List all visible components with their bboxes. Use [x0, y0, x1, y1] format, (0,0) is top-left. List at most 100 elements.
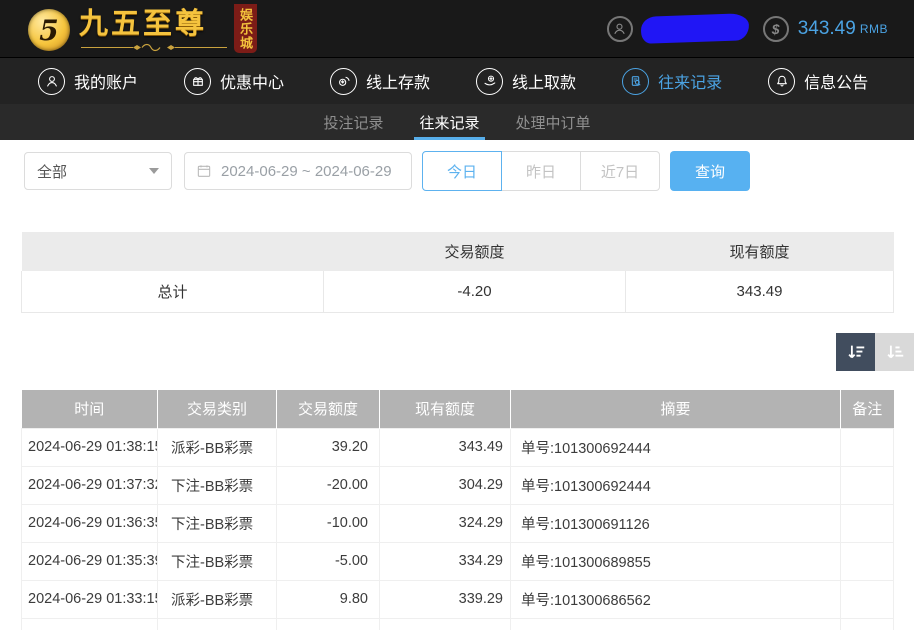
cell-remark — [840, 579, 894, 619]
table-row: 2024-06-29 01:35:39 下注-BB彩票 -5.00 334.29… — [21, 541, 894, 581]
cell-type: 下注-BB彩票 — [157, 503, 277, 543]
cell-balance: 324.29 — [379, 503, 511, 543]
transactions-body: 2024-06-29 01:38:15 派彩-BB彩票 39.20 343.49… — [21, 427, 894, 630]
cell-type — [157, 617, 277, 630]
filter-bar: 全部 2024-06-29 ~ 2024-06-29 今日 昨日 近7日 查询 — [24, 151, 750, 191]
cell-time: 2024-06-29 01:37:32 — [21, 465, 158, 505]
cell-summary: 单号:101300692444 — [510, 465, 841, 505]
cell-type: 派彩-BB彩票 — [157, 579, 277, 619]
search-button[interactable]: 查询 — [670, 151, 750, 191]
sort-ascending-icon — [886, 345, 903, 359]
records-icon — [622, 67, 650, 95]
nav-item-label: 信息公告 — [804, 75, 869, 92]
summary-header-trade-amount: 交易额度 — [323, 232, 626, 271]
table-row: 2024-06-29 01:33:15 派彩-BB彩票 9.80 339.29 … — [21, 579, 894, 619]
nav-item-withdraw[interactable]: 线上取款 — [476, 67, 577, 95]
nav-item-promotions[interactable]: 优惠中心 — [184, 67, 285, 95]
account-area: $ 343.49 RMB — [606, 13, 888, 44]
site-logo[interactable]: 5 九五至尊 娱乐城 — [28, 4, 257, 53]
cell-remark — [840, 541, 894, 581]
cell-amount: 9.80 — [276, 579, 380, 619]
transactions-section: 时间 交易类别 交易额度 现有额度 摘要 备注 2024-06-29 01:38… — [21, 390, 894, 630]
logo-title: 九五至尊 — [79, 8, 208, 40]
col-header-balance: 现有额度 — [379, 390, 511, 428]
cell-balance: 339.29 — [379, 579, 511, 619]
summary-table: 交易额度 现有额度 总计 -4.20 343.49 — [21, 232, 894, 313]
deposit-icon — [330, 67, 358, 95]
withdraw-icon — [476, 67, 504, 95]
cell-type: 派彩-BB彩票 — [157, 427, 277, 467]
cell-balance: 304.29 — [379, 465, 511, 505]
summary-trade-amount: -4.20 — [323, 271, 626, 313]
table-row: 2024-06-29 01:38:15 派彩-BB彩票 39.20 343.49… — [21, 427, 894, 467]
tab-pending-orders[interactable]: 处理中订单 — [516, 104, 591, 140]
sub-nav: 投注记录 往来记录 处理中订单 — [0, 104, 914, 140]
summary-header-row: 交易额度 现有额度 — [21, 232, 894, 271]
cell-amount: -10.00 — [276, 503, 380, 543]
tab-bet-records[interactable]: 投注记录 — [323, 104, 383, 140]
cell-time: 2024-06-29 01:36:35 — [21, 503, 158, 543]
col-header-time: 时间 — [21, 390, 158, 428]
quick-range-yesterday-button[interactable]: 昨日 — [501, 151, 581, 191]
table-row — [21, 617, 894, 630]
nav-item-my-account[interactable]: 我的账户 — [38, 67, 138, 95]
cell-balance — [379, 617, 511, 630]
table-row: 2024-06-29 01:37:32 下注-BB彩票 -20.00 304.2… — [21, 465, 894, 505]
bell-icon — [768, 67, 796, 95]
nav-item-label: 线上存款 — [366, 75, 431, 92]
user-avatar-icon[interactable] — [606, 15, 633, 42]
cell-summary: 单号:101300692444 — [510, 427, 841, 467]
logo-flourish-icon — [81, 43, 227, 52]
date-range-input[interactable]: 2024-06-29 ~ 2024-06-29 — [184, 152, 412, 190]
top-header: 5 九五至尊 娱乐城 $ 343.49 RMB — [0, 0, 914, 57]
transactions-header-row: 时间 交易类别 交易额度 现有额度 摘要 备注 — [21, 390, 894, 428]
cell-remark — [840, 465, 894, 505]
cell-summary: 单号:101300689855 — [510, 541, 841, 581]
cell-amount — [276, 617, 380, 630]
cell-time — [21, 617, 158, 630]
type-select-value: 全部 — [37, 163, 68, 181]
main-nav: 我的账户 优惠中心 线上存款 线上取款 往来记录 信息公告 — [0, 57, 914, 104]
sort-descending-button[interactable] — [836, 333, 875, 371]
transactions-table: 时间 交易类别 交易额度 现有额度 摘要 备注 2024-06-29 01:38… — [21, 390, 894, 630]
dollar-icon: $ — [762, 15, 789, 42]
gift-icon — [184, 67, 212, 95]
cell-time: 2024-06-29 01:38:15 — [21, 427, 158, 467]
summary-header-current-balance: 现有额度 — [625, 232, 894, 271]
quick-range-today-button[interactable]: 今日 — [422, 151, 502, 191]
censored-username — [640, 13, 750, 44]
quick-range-7days-button[interactable]: 近7日 — [580, 151, 660, 191]
type-select[interactable]: 全部 — [24, 152, 172, 190]
nav-item-deposit[interactable]: 线上存款 — [330, 67, 431, 95]
balance-currency: RMB — [859, 21, 888, 36]
cell-balance: 343.49 — [379, 427, 511, 467]
cell-remark — [840, 617, 894, 630]
cell-remark — [840, 427, 894, 467]
summary-total-label: 总计 — [21, 271, 324, 313]
table-row: 2024-06-29 01:36:35 下注-BB彩票 -10.00 324.2… — [21, 503, 894, 543]
quick-range-group: 今日 昨日 近7日 — [422, 151, 660, 191]
balance-amount: 343.49 — [797, 17, 856, 39]
chevron-down-icon — [149, 168, 159, 174]
tab-transaction-records[interactable]: 往来记录 — [414, 104, 485, 140]
cell-type: 下注-BB彩票 — [157, 541, 277, 581]
logo-text-block: 九五至尊 — [79, 10, 229, 52]
nav-item-label: 优惠中心 — [220, 75, 285, 92]
summary-current-balance: 343.49 — [625, 271, 894, 313]
dollar-glyph: $ — [771, 20, 780, 37]
cell-summary — [510, 617, 841, 630]
col-header-summary: 摘要 — [510, 390, 841, 428]
nav-item-label: 线上取款 — [512, 75, 577, 92]
nav-item-label: 往来记录 — [658, 75, 723, 92]
page: 5 九五至尊 娱乐城 $ 343.49 RMB 我的账户 优惠中心 线上存款 线… — [0, 0, 914, 630]
nav-item-records[interactable]: 往来记录 — [622, 67, 723, 95]
logo-badge: 娱乐城 — [234, 4, 257, 53]
summary-header-blank — [21, 232, 324, 271]
cell-amount: 39.20 — [276, 427, 380, 467]
cell-amount: -5.00 — [276, 541, 380, 581]
col-header-amount: 交易额度 — [276, 390, 380, 428]
cell-amount: -20.00 — [276, 465, 380, 505]
sort-ascending-button[interactable] — [875, 333, 914, 371]
nav-item-announcements[interactable]: 信息公告 — [768, 67, 869, 95]
cell-balance: 334.29 — [379, 541, 511, 581]
